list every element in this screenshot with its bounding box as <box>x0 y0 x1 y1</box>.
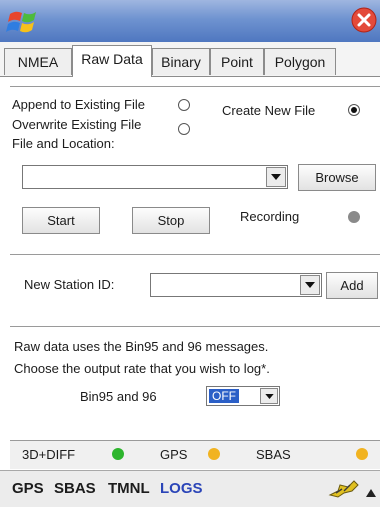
overwrite-radio[interactable] <box>178 123 190 135</box>
recording-label: Recording <box>240 209 300 224</box>
browse-button[interactable]: Browse <box>298 164 376 191</box>
station-id-label: New Station ID: <box>24 277 115 292</box>
taskbar-sbas[interactable]: SBAS <box>54 480 96 497</box>
output-rate-dropdown[interactable]: OFF <box>206 386 280 406</box>
taskbar-gps[interactable]: GPS <box>12 480 44 497</box>
overwrite-label: Overwrite Existing File <box>12 117 142 132</box>
stop-button[interactable]: Stop <box>132 207 210 234</box>
title-bar <box>0 0 380 43</box>
gps-status-label: GPS <box>160 447 188 462</box>
tab-strip: NMEA Raw Data Binary Point Polygon <box>0 42 380 77</box>
output-rate-panel: Raw data uses the Bin95 and 96 messages.… <box>10 326 380 437</box>
output-rate-value: OFF <box>209 389 239 403</box>
append-radio[interactable] <box>178 99 190 111</box>
rate-info-line-1: Raw data uses the Bin95 and 96 messages. <box>14 339 269 354</box>
chevron-down-icon[interactable] <box>266 167 286 187</box>
recording-status-dot <box>348 211 360 223</box>
close-icon[interactable] <box>351 7 377 33</box>
taskbar-logs[interactable]: LOGS <box>160 480 203 497</box>
tab-point[interactable]: Point <box>210 48 264 75</box>
sbas-status-dot <box>356 448 368 460</box>
chevron-down-icon[interactable] <box>260 388 278 404</box>
connection-icon[interactable] <box>328 479 360 502</box>
add-station-button[interactable]: Add <box>326 272 378 299</box>
station-panel: New Station ID: Add <box>10 254 380 317</box>
fix-status-dot <box>112 448 124 460</box>
chevron-down-icon[interactable] <box>300 275 320 295</box>
file-location-dropdown[interactable] <box>22 165 288 189</box>
append-label: Append to Existing File <box>12 97 145 112</box>
bin95-96-label: Bin95 and 96 <box>80 389 157 404</box>
gps-status-dot <box>208 448 220 460</box>
file-panel: Append to Existing File Create New File … <box>10 86 380 247</box>
rate-info-line-2: Choose the output rate that you wish to … <box>14 361 270 376</box>
station-id-dropdown[interactable] <box>150 273 322 297</box>
taskbar-tmnl[interactable]: TMNL <box>108 480 150 497</box>
taskbar: GPS SBAS TMNL LOGS <box>0 470 380 507</box>
start-button[interactable]: Start <box>22 207 100 234</box>
create-new-label: Create New File <box>222 103 316 118</box>
tab-nmea[interactable]: NMEA <box>4 48 72 75</box>
tab-polygon[interactable]: Polygon <box>264 48 336 75</box>
create-new-radio[interactable] <box>348 104 360 116</box>
scroll-up-icon[interactable] <box>366 485 376 500</box>
windows-start-icon[interactable] <box>6 8 42 36</box>
fix-status-label: 3D+DIFF <box>22 447 76 462</box>
tab-binary[interactable]: Binary <box>152 48 210 75</box>
tab-raw-data[interactable]: Raw Data <box>72 45 152 77</box>
gps-status-bar: 3D+DIFF GPS SBAS <box>10 440 380 469</box>
file-location-label: File and Location: <box>12 136 115 151</box>
sbas-status-label: SBAS <box>256 447 291 462</box>
